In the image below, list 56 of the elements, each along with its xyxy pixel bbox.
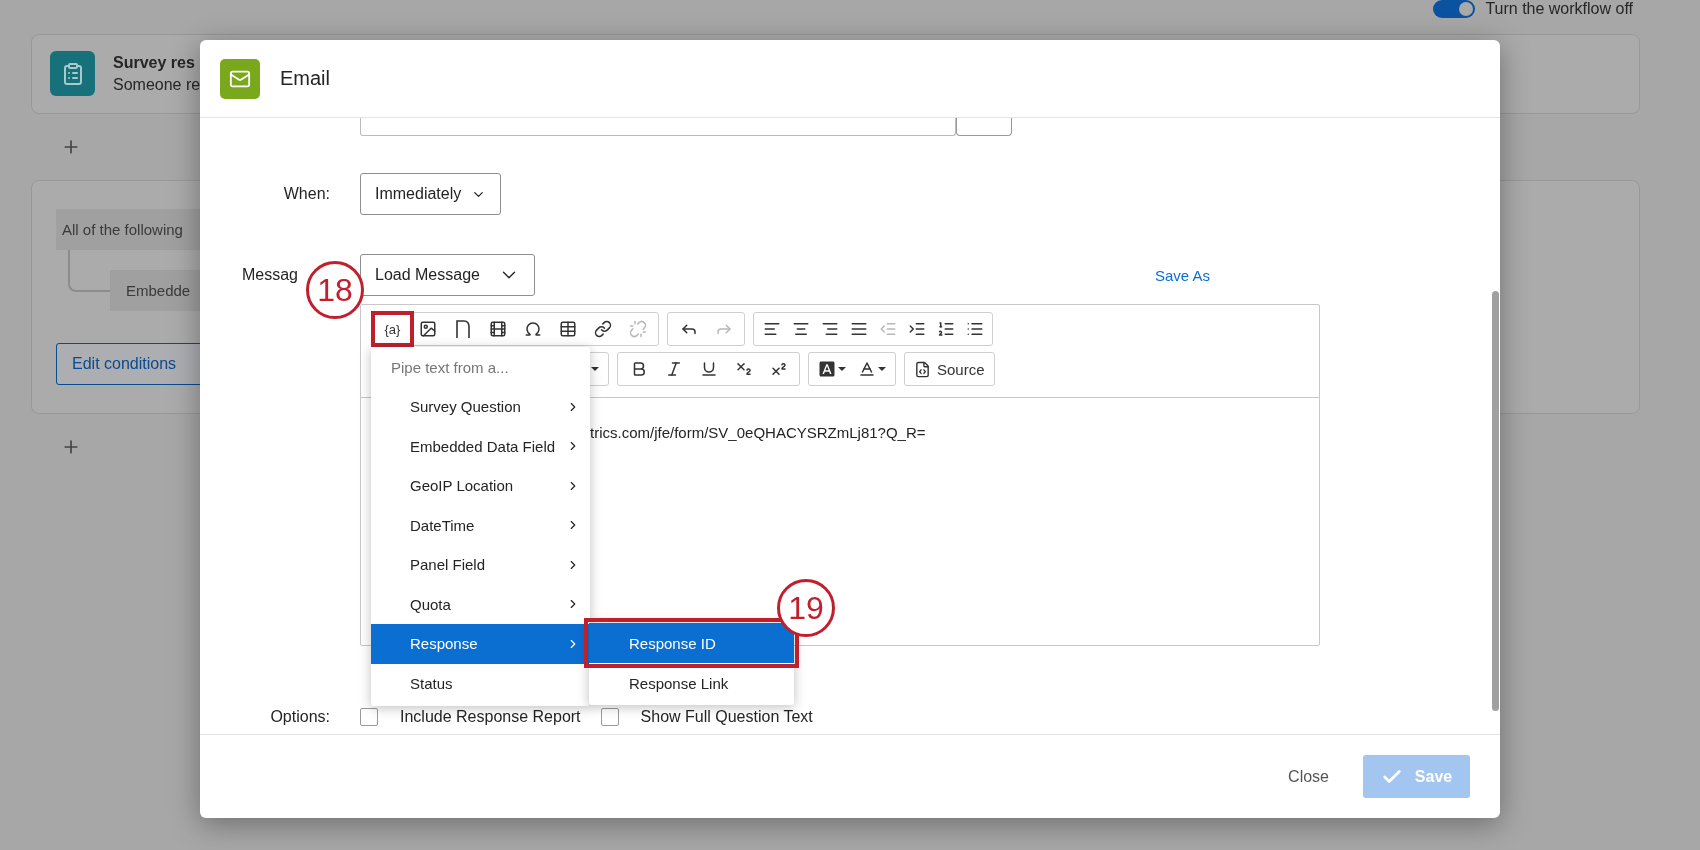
- toggle-label: Turn the workflow off: [1485, 0, 1633, 18]
- step-number: 19: [777, 579, 835, 637]
- align-center-icon: [791, 320, 810, 338]
- options-label: Options:: [269, 708, 331, 726]
- menu-item[interactable]: Response: [371, 624, 590, 664]
- caret-icon: [838, 367, 846, 371]
- scrollbar[interactable]: [1492, 291, 1499, 711]
- image-icon: [418, 320, 437, 338]
- option-label: Include Response Report: [400, 708, 581, 726]
- page-icon: [454, 320, 471, 338]
- outdent-icon: [878, 320, 897, 338]
- align-right-icon: [820, 320, 839, 338]
- trigger-subtitle: Someone re: [113, 75, 201, 94]
- submenu-item[interactable]: Response Link: [589, 663, 794, 703]
- workflow-toggle[interactable]: [1433, 0, 1476, 18]
- link-icon: [593, 320, 612, 338]
- highlight-icon: [818, 360, 836, 378]
- bullet-list-icon: [965, 320, 984, 338]
- menu-item[interactable]: Survey Question: [371, 387, 590, 427]
- text-color-icon: [858, 360, 876, 378]
- step-number: 18: [306, 261, 364, 319]
- menu-item[interactable]: Panel Field: [371, 545, 590, 585]
- underline-icon: [699, 360, 718, 378]
- menu-header: Pipe text from a...: [390, 357, 510, 378]
- close-button[interactable]: Close: [1282, 766, 1335, 787]
- superscript-icon: [769, 360, 788, 378]
- menu-item[interactable]: Embedded Data Field: [371, 426, 590, 466]
- when-label: When:: [282, 185, 331, 203]
- numbered-list-icon: [936, 320, 955, 338]
- align-justify-icon: [849, 320, 868, 338]
- save-as-link[interactable]: Save As: [1154, 266, 1210, 284]
- when-dropdown[interactable]: Immediately: [360, 173, 502, 215]
- unlink-icon: [628, 320, 647, 338]
- clipboard-icon: [50, 51, 95, 96]
- table-icon: [558, 320, 577, 338]
- checkbox[interactable]: [360, 708, 378, 726]
- message-body-text: trics.com/jfe/form/SV_0eQHACYSRZmLj81?Q_R=: [590, 424, 926, 441]
- code-file-icon: [914, 360, 931, 378]
- menu-item[interactable]: Quota: [371, 584, 590, 624]
- dialog-title: Email: [280, 67, 330, 90]
- subject-button[interactable]: [956, 118, 1012, 136]
- mail-icon: [220, 58, 260, 99]
- indent-icon: [907, 320, 926, 338]
- caret-icon: [878, 367, 886, 371]
- menu-item[interactable]: DateTime: [371, 505, 590, 545]
- load-message-dropdown[interactable]: Load Message: [360, 254, 535, 296]
- omega-icon: [523, 320, 542, 338]
- source-button[interactable]: Source: [908, 355, 991, 383]
- film-icon: [488, 320, 507, 338]
- menu-item[interactable]: GeoIP Location: [371, 466, 590, 506]
- option-label: Show Full Question Text: [640, 708, 813, 726]
- align-left-icon: [762, 320, 781, 338]
- trigger-title: Survey res: [113, 53, 196, 72]
- subscript-icon: [734, 360, 753, 378]
- checkbox[interactable]: [600, 708, 619, 726]
- subject-field[interactable]: [360, 118, 956, 136]
